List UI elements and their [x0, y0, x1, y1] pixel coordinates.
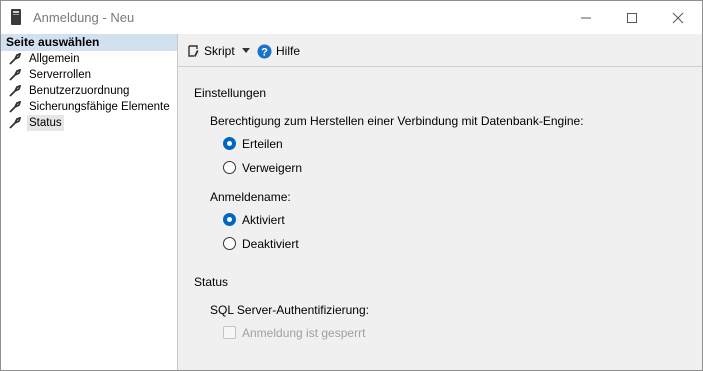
page-selector: Seite auswählen Allgemein Serverrollen B…: [1, 34, 178, 370]
grant-radio-label[interactable]: Erteilen: [242, 137, 283, 151]
wrench-icon: [9, 85, 21, 97]
title-bar[interactable]: Anmeldung - Neu: [1, 1, 702, 34]
script-dropdown-arrow-icon[interactable]: [242, 48, 250, 53]
toolbar: Skript ? Hilfe: [178, 34, 702, 67]
sidebar-item-label: Allgemein: [29, 53, 80, 65]
sidebar-item-status[interactable]: Status: [1, 115, 177, 131]
script-button[interactable]: Skript: [186, 42, 235, 60]
sidebar-item-serverrollen[interactable]: Serverrollen: [1, 67, 177, 83]
maximize-button[interactable]: [609, 1, 655, 34]
disabled-radio-label[interactable]: Deaktiviert: [242, 237, 299, 251]
script-button-label: Skript: [204, 44, 235, 58]
wrench-icon: [9, 117, 21, 129]
status-heading: Status: [194, 275, 229, 289]
wrench-icon: [9, 53, 21, 65]
status-page-content: Einstellungen Berechtigung zum Herstelle…: [178, 67, 702, 370]
window-title: Anmeldung - Neu: [33, 10, 135, 25]
login-locked-checkbox[interactable]: [223, 326, 236, 339]
page-selector-header: Seite auswählen: [1, 34, 177, 51]
minimize-button[interactable]: [563, 1, 609, 34]
login-new-window: Anmeldung - Neu Seite auswählen Allgemei…: [0, 0, 703, 371]
sidebar-item-sicherungsfaehige-elemente[interactable]: Sicherungsfähige Elemente: [1, 99, 177, 115]
close-button[interactable]: [655, 1, 701, 34]
sidebar-item-benutzerzuordnung[interactable]: Benutzerzuordnung: [1, 83, 177, 99]
enabled-radio[interactable]: [223, 213, 236, 226]
disabled-radio[interactable]: [223, 237, 236, 250]
minimize-icon: [581, 17, 591, 18]
wrench-icon: [9, 101, 21, 113]
app-icon: [11, 9, 21, 25]
deny-radio-label[interactable]: Verweigern: [242, 161, 302, 175]
sidebar-item-label: Serverrollen: [29, 69, 91, 81]
svg-text:?: ?: [261, 46, 268, 58]
settings-heading: Einstellungen: [194, 86, 267, 100]
help-icon: ?: [257, 44, 272, 58]
maximize-icon: [627, 12, 637, 23]
sidebar-item-allgemein[interactable]: Allgemein: [1, 51, 177, 67]
help-button-label: Hilfe: [276, 44, 301, 58]
close-icon: [672, 12, 684, 23]
login-label: Anmeldename:: [210, 190, 291, 204]
sidebar-item-label: Benutzerzuordnung: [29, 85, 130, 97]
enabled-radio-label[interactable]: Aktiviert: [242, 213, 285, 227]
deny-radio[interactable]: [223, 161, 236, 174]
wrench-icon: [9, 69, 21, 81]
sql-auth-label: SQL Server-Authentifizierung:: [210, 303, 369, 317]
help-button[interactable]: ? Hilfe: [257, 42, 300, 60]
sidebar-item-label: Sicherungsfähige Elemente: [29, 101, 170, 113]
login-locked-label: Anmeldung ist gesperrt: [242, 326, 366, 340]
grant-radio[interactable]: [223, 137, 236, 150]
sidebar-item-label: Status: [27, 115, 64, 131]
script-icon: [188, 45, 199, 57]
permission-label: Berechtigung zum Herstellen einer Verbin…: [210, 114, 584, 128]
